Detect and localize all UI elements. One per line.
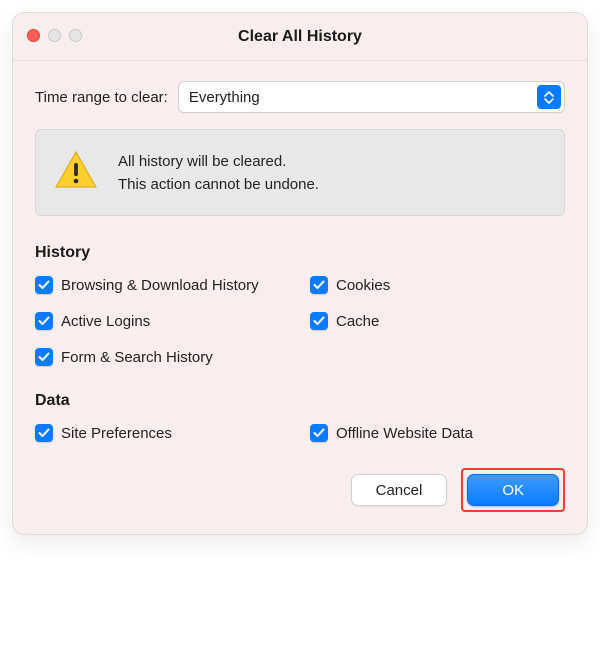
checkbox-cache[interactable] bbox=[310, 312, 328, 330]
history-grid: Browsing & Download History Cookies Acti… bbox=[35, 276, 565, 366]
checkbox-label: Form & Search History bbox=[61, 349, 213, 366]
warning-icon bbox=[54, 150, 98, 195]
checkbox-form-search-history[interactable] bbox=[35, 348, 53, 366]
ok-button-highlight: OK bbox=[461, 468, 565, 512]
dialog-window: Clear All History Time range to clear: E… bbox=[12, 12, 588, 535]
traffic-lights bbox=[27, 29, 82, 42]
data-section: Data Site Preferences Offline Website Da… bbox=[35, 392, 565, 442]
checkbox-label: Cache bbox=[336, 313, 379, 330]
titlebar: Clear All History bbox=[13, 13, 587, 61]
warning-box: All history will be cleared. This action… bbox=[35, 129, 565, 216]
checkbox-cookies[interactable] bbox=[310, 276, 328, 294]
time-range-label: Time range to clear: bbox=[35, 89, 168, 106]
time-range-select-wrap: Everything bbox=[178, 81, 565, 113]
ok-button[interactable]: OK bbox=[467, 474, 559, 506]
checkbox-offline-website-data[interactable] bbox=[310, 424, 328, 442]
warning-text: All history will be cleared. This action… bbox=[118, 153, 319, 193]
checkbox-site-preferences[interactable] bbox=[35, 424, 53, 442]
time-range-row: Time range to clear: Everything bbox=[35, 81, 565, 113]
cancel-button[interactable]: Cancel bbox=[351, 474, 448, 506]
checkbox-row-cache: Cache bbox=[310, 312, 565, 330]
checkbox-row-browsing: Browsing & Download History bbox=[35, 276, 290, 294]
maximize-window-button[interactable] bbox=[69, 29, 82, 42]
time-range-select[interactable]: Everything bbox=[178, 81, 565, 113]
checkbox-label: Cookies bbox=[336, 277, 390, 294]
dialog-footer: Cancel OK bbox=[35, 468, 565, 512]
checkbox-active-logins[interactable] bbox=[35, 312, 53, 330]
data-section-title: Data bbox=[35, 392, 565, 410]
checkbox-label: Active Logins bbox=[61, 313, 150, 330]
checkbox-row-site-prefs: Site Preferences bbox=[35, 424, 290, 442]
checkbox-label: Site Preferences bbox=[61, 425, 172, 442]
checkbox-row-form-search: Form & Search History bbox=[35, 348, 290, 366]
checkbox-row-offline-data: Offline Website Data bbox=[310, 424, 565, 442]
history-section: History Browsing & Download History Cook… bbox=[35, 244, 565, 366]
dialog-content: Time range to clear: Everything bbox=[13, 61, 587, 534]
checkbox-label: Browsing & Download History bbox=[61, 277, 259, 294]
warning-line-1: All history will be cleared. bbox=[118, 153, 319, 170]
close-window-button[interactable] bbox=[27, 29, 40, 42]
window-title: Clear All History bbox=[238, 28, 362, 46]
checkbox-row-cookies: Cookies bbox=[310, 276, 565, 294]
history-section-title: History bbox=[35, 244, 565, 262]
checkbox-row-active-logins: Active Logins bbox=[35, 312, 290, 330]
checkbox-browsing-history[interactable] bbox=[35, 276, 53, 294]
data-grid: Site Preferences Offline Website Data bbox=[35, 424, 565, 442]
minimize-window-button[interactable] bbox=[48, 29, 61, 42]
checkbox-label: Offline Website Data bbox=[336, 425, 473, 442]
warning-line-2: This action cannot be undone. bbox=[118, 176, 319, 193]
